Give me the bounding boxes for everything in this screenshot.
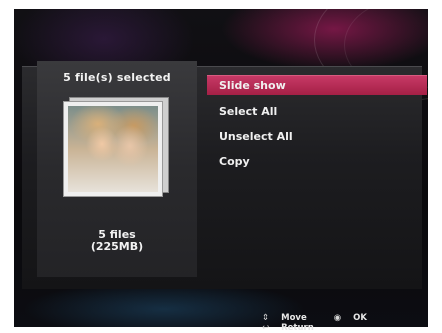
ok-hint: ◉ OK xyxy=(334,313,379,323)
photo-thumbnail xyxy=(68,106,158,192)
ok-label: OK xyxy=(353,313,367,323)
up-down-arrow-icon: ⇕ xyxy=(262,313,270,323)
move-hint: ⇕ Move xyxy=(262,313,319,323)
selection-summary-panel: 5 file(s) selected 5 files (225MB) xyxy=(37,61,197,277)
file-size: (225MB) xyxy=(90,240,144,253)
menu-item-label: Select All xyxy=(219,105,278,118)
file-summary: 5 files (225MB) xyxy=(37,229,197,253)
return-hint: ↩ Return xyxy=(262,323,326,333)
return-label: Return xyxy=(281,323,314,333)
selected-count-title: 5 file(s) selected xyxy=(63,71,171,84)
options-menu: Slide show Select All Unselect All Copy xyxy=(207,75,427,176)
menu-item-copy[interactable]: Copy xyxy=(207,151,427,176)
menu-item-label: Copy xyxy=(219,155,250,168)
menu-item-label: Slide show xyxy=(219,79,286,92)
menu-item-unselect-all[interactable]: Unselect All xyxy=(207,126,427,151)
thumbnail-front-card xyxy=(63,101,163,197)
remote-hint-bar: ⇕ Move ◉ OK ↩ Return xyxy=(262,313,442,333)
menu-item-select-all[interactable]: Select All xyxy=(207,101,427,126)
photo-thumbnail-stack xyxy=(63,97,169,197)
ok-button-icon: ◉ xyxy=(333,313,342,323)
menu-item-label: Unselect All xyxy=(219,130,293,143)
menu-item-slide-show[interactable]: Slide show xyxy=(207,75,427,95)
move-label: Move xyxy=(281,313,307,323)
return-arrow-icon: ↩ xyxy=(262,323,270,333)
